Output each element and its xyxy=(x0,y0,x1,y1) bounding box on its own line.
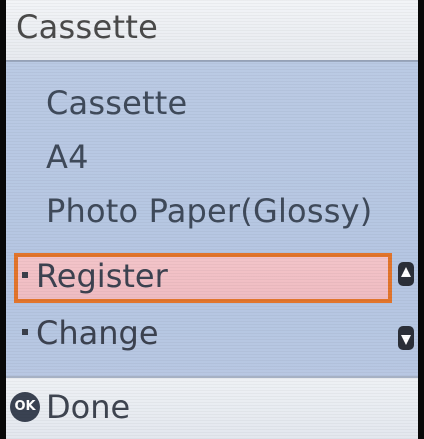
menu-item-label: Change xyxy=(36,314,159,352)
scroll-up-icon[interactable] xyxy=(398,262,414,286)
menu-item-label: Register xyxy=(36,257,168,295)
paper-type-value: Photo Paper(Glossy) xyxy=(46,192,373,230)
menu-item-register[interactable]: Register xyxy=(14,253,392,303)
done-label: Done xyxy=(46,388,131,426)
scroll-down-icon[interactable] xyxy=(398,326,414,350)
bullet-icon xyxy=(22,329,28,335)
menu-item-change[interactable]: Change xyxy=(14,310,392,360)
lcd-screen: Cassette Cassette A4 Photo Paper(Glossy)… xyxy=(6,0,418,439)
title-bar: Cassette xyxy=(6,0,418,62)
bullet-icon xyxy=(22,272,28,278)
page-title: Cassette xyxy=(16,8,159,46)
paper-source-value: Cassette xyxy=(46,84,188,122)
footer-bar: OK Done xyxy=(6,376,418,439)
ok-button-icon[interactable]: OK xyxy=(10,392,40,422)
paper-size-value: A4 xyxy=(46,138,89,176)
device-bezel: Cassette Cassette A4 Photo Paper(Glossy)… xyxy=(0,0,424,439)
